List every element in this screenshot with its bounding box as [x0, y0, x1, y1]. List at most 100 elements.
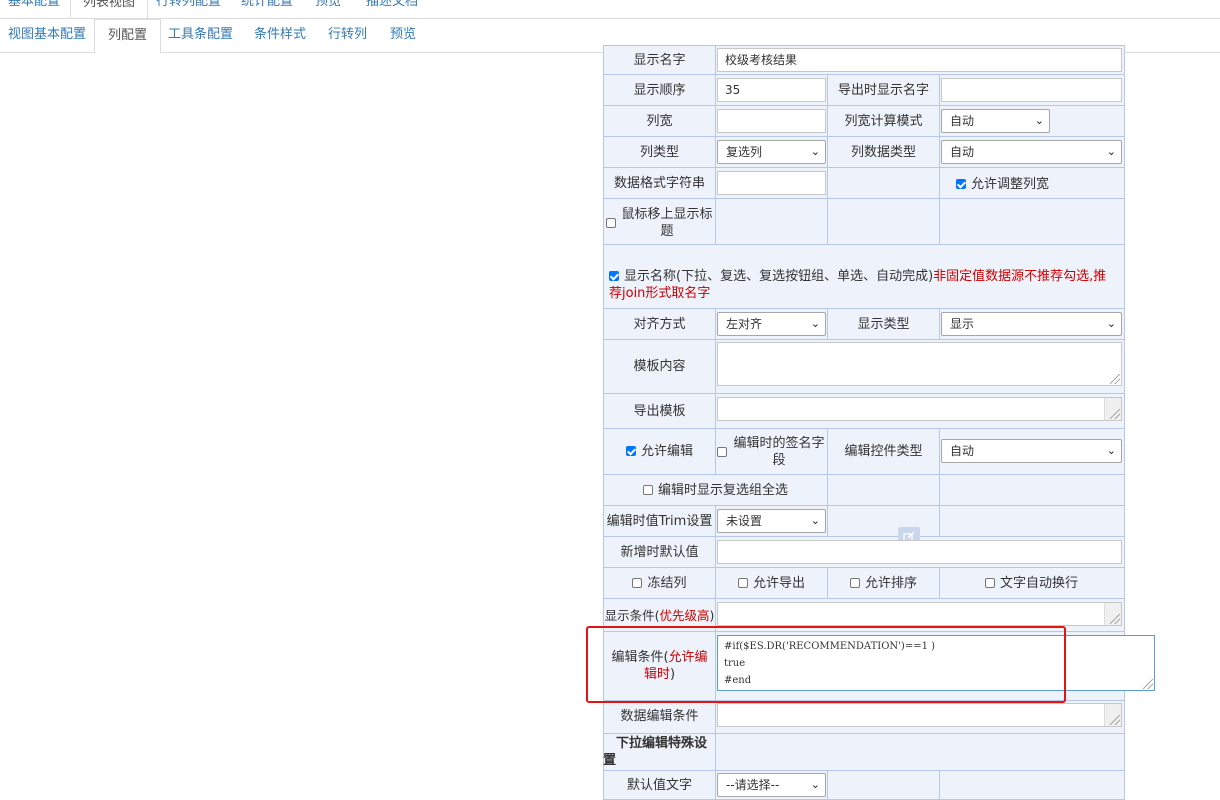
edit-show-checkall-option[interactable]: 编辑时显示复选组全选: [604, 480, 827, 500]
allow-export-checkbox[interactable]: [737, 578, 748, 588]
allow-edit-label: 允许编辑: [640, 443, 693, 459]
display-order-input[interactable]: 35: [717, 78, 826, 102]
sign-field-label: 编辑时的签名字段: [733, 436, 825, 468]
tab-stats-config[interactable]: 统计配置: [229, 0, 305, 18]
display-type-select[interactable]: 显示 ⌄: [941, 312, 1122, 336]
display-type-value: 显示: [950, 317, 975, 331]
subtab-condition-style[interactable]: 条件样式: [241, 19, 319, 53]
resize-grip-icon[interactable]: [1110, 614, 1120, 624]
chevron-down-icon: ⌄: [1106, 317, 1116, 330]
trim-label: 编辑时值Trim设置: [606, 513, 713, 529]
col-width-mode-value: 自动: [950, 114, 975, 128]
subtab-toolbar-config[interactable]: 工具条配置: [155, 19, 246, 53]
template-label: 模板内容: [633, 358, 686, 374]
subtab-row-to-col[interactable]: 行转列: [315, 19, 380, 53]
subtab-view-basic-config[interactable]: 视图基本配置: [0, 19, 99, 53]
tab-row-to-col-config[interactable]: 行转列配置: [144, 0, 233, 18]
show-cond-textarea[interactable]: [717, 602, 1122, 626]
wrap-checkbox[interactable]: [984, 578, 995, 588]
edit-ctrl-type-select[interactable]: 自动 ⌄: [941, 439, 1122, 463]
sign-field-option[interactable]: 编辑时的签名字段: [717, 434, 826, 470]
edit-show-checkall-label: 编辑时显示复选组全选: [657, 482, 788, 498]
allow-resize-checkbox[interactable]: [956, 179, 966, 189]
default-new-input[interactable]: [717, 540, 1122, 564]
tab-preview[interactable]: 预览: [303, 0, 353, 18]
allow-edit-option[interactable]: 允许编辑: [604, 441, 715, 461]
freeze-label: 冻结列: [647, 575, 687, 591]
edit-ctrl-type-value: 自动: [950, 444, 975, 458]
chevron-down-icon: ⌄: [1034, 114, 1044, 127]
chevron-down-icon: ⌄: [810, 778, 820, 791]
allow-export-option[interactable]: 允许导出: [717, 573, 826, 593]
tab-list-view[interactable]: 列表视图: [70, 0, 149, 18]
align-label: 对齐方式: [633, 316, 686, 332]
default-text-value: --请选择--: [726, 778, 780, 792]
show-cond-label-text: 显示条件(: [604, 607, 660, 623]
chevron-down-icon: ⌄: [810, 514, 820, 527]
display-name-label: 显示名字: [633, 52, 686, 68]
display-order-label: 显示顺序: [633, 82, 686, 98]
chevron-down-icon: ⌄: [810, 145, 820, 158]
show-cond-close: ): [709, 607, 715, 623]
highlight-box: [586, 626, 1066, 703]
col-type-label: 列类型: [639, 144, 679, 160]
col-type-value: 复选列: [726, 145, 763, 159]
show-name-option[interactable]: 显示名称(下拉、复选、复选按钮组、单选、自动完成)非固定值数据源不推荐勾选,推荐…: [605, 266, 1119, 304]
edit-ctrl-type-label: 编辑控件类型: [844, 443, 923, 459]
col-width-mode-select[interactable]: 自动 ⌄: [941, 109, 1050, 133]
align-value: 左对齐: [726, 317, 763, 331]
chevron-down-icon: ⌄: [810, 317, 820, 330]
export-template-label: 导出模板: [633, 403, 686, 419]
allow-sort-checkbox[interactable]: [849, 578, 860, 588]
data-format-label: 数据格式字符串: [613, 175, 705, 191]
data-format-input[interactable]: [717, 171, 826, 195]
template-textarea[interactable]: [717, 342, 1122, 386]
top-tab-bar: 基本配置 列表视图 行转列配置 统计配置 预览 描述文档: [0, 0, 1220, 19]
resize-grip-icon[interactable]: [1143, 679, 1153, 689]
resize-grip-icon[interactable]: [1110, 374, 1120, 384]
allow-export-label: 允许导出: [752, 575, 805, 591]
show-cond-label: 显示条件(优先级高): [603, 605, 716, 625]
hover-title-checkbox[interactable]: [606, 218, 616, 228]
allow-edit-checkbox[interactable]: [625, 446, 636, 456]
tab-description-doc[interactable]: 描述文档: [354, 0, 430, 18]
show-cond-priority: 优先级高: [659, 607, 710, 623]
align-select[interactable]: 左对齐 ⌄: [717, 312, 826, 336]
resize-grip-icon[interactable]: [1110, 409, 1120, 419]
display-name-input[interactable]: 校级考核结果: [717, 48, 1122, 72]
col-width-input[interactable]: [717, 109, 826, 133]
hover-title-option[interactable]: 鼠标移上显示标题: [606, 205, 713, 241]
default-text-select[interactable]: --请选择-- ⌄: [717, 773, 826, 797]
subtab-column-config[interactable]: 列配置: [94, 19, 162, 54]
chevron-down-icon: ⌄: [1106, 444, 1116, 457]
subtab-preview[interactable]: 预览: [377, 19, 429, 53]
col-data-type-select[interactable]: 自动 ⌄: [941, 140, 1122, 164]
chevron-down-icon: ⌄: [1106, 145, 1116, 158]
col-width-label: 列宽: [646, 113, 673, 129]
sign-field-checkbox[interactable]: [717, 447, 727, 457]
col-data-type-label: 列数据类型: [850, 144, 916, 160]
allow-sort-option[interactable]: 允许排序: [828, 573, 939, 593]
resize-grip-icon[interactable]: [1110, 715, 1120, 725]
wrap-option[interactable]: 文字自动换行: [941, 573, 1122, 593]
export-template-textarea[interactable]: [717, 397, 1122, 421]
allow-sort-label: 允许排序: [864, 575, 917, 591]
export-name-label: 导出时显示名字: [837, 82, 929, 98]
export-name-input[interactable]: [941, 78, 1122, 102]
freeze-option[interactable]: 冻结列: [604, 573, 715, 593]
wrap-label: 文字自动换行: [999, 575, 1078, 591]
trim-value: 未设置: [726, 514, 763, 528]
freeze-checkbox[interactable]: [632, 578, 643, 588]
allow-resize-option[interactable]: 允许调整列宽: [952, 174, 1122, 194]
show-name-label: 显示名称(下拉、复选、复选按钮组、单选、自动完成): [624, 269, 934, 284]
tab-basic-config[interactable]: 基本配置: [0, 0, 72, 18]
data-edit-cond-textarea[interactable]: [717, 703, 1122, 727]
default-new-label: 新增时默认值: [620, 544, 699, 560]
trim-select[interactable]: 未设置 ⌄: [717, 509, 826, 533]
edit-show-checkall-checkbox[interactable]: [642, 485, 653, 495]
allow-resize-label: 允许调整列宽: [971, 176, 1050, 192]
hover-title-label: 鼠标移上显示标题: [621, 207, 713, 239]
col-type-select[interactable]: 复选列 ⌄: [717, 140, 826, 164]
col-width-mode-label: 列宽计算模式: [844, 113, 923, 129]
show-name-checkbox[interactable]: [609, 271, 619, 281]
